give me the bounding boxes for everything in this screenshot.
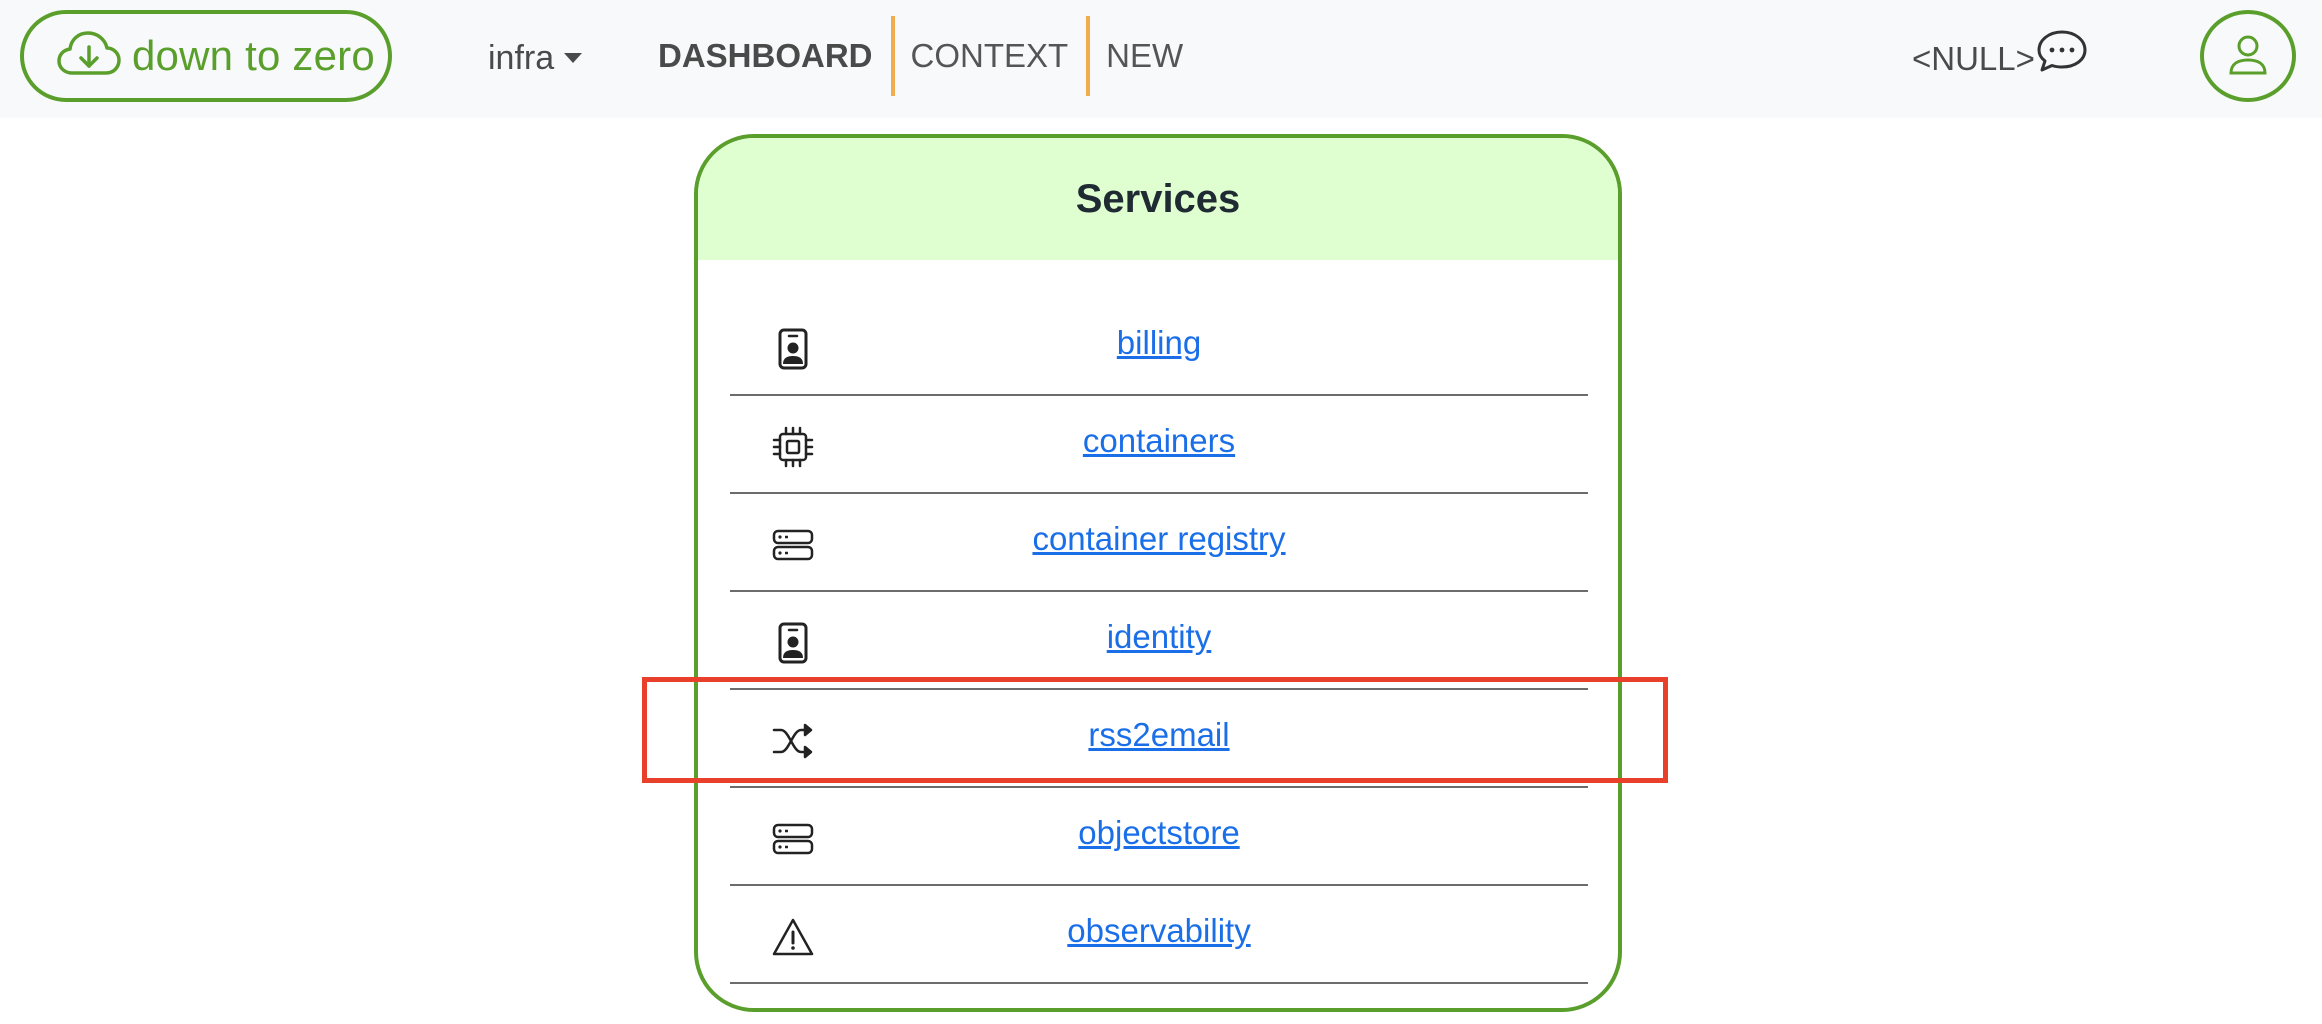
chat-dots-icon[interactable] <box>2036 28 2088 74</box>
brand-home-button[interactable]: down to zero <box>20 10 392 102</box>
service-link-rss2email[interactable]: rss2email <box>730 716 1588 754</box>
brand-label: down to zero <box>132 32 375 79</box>
service-row-containers: containers <box>730 396 1588 494</box>
context-dropdown[interactable]: infra <box>488 34 583 82</box>
service-row-identity: identity <box>730 592 1588 690</box>
service-link-containers[interactable]: containers <box>730 422 1588 460</box>
service-row-objectstore: objectstore <box>730 788 1588 886</box>
null-label: <NULL> <box>1912 40 2035 77</box>
service-link-container-registry[interactable]: container registry <box>730 520 1588 558</box>
nav-link-context[interactable]: CONTEXT <box>911 16 1087 96</box>
service-link-billing[interactable]: billing <box>730 324 1588 362</box>
cloud-download-icon <box>56 29 122 84</box>
service-row-rss2email: rss2email <box>730 690 1588 788</box>
nav-separator <box>1086 16 1091 96</box>
dropdown-label: infra <box>488 38 555 77</box>
service-link-observability[interactable]: observability <box>730 912 1588 950</box>
nav-separator <box>890 16 895 96</box>
service-link-objectstore[interactable]: objectstore <box>730 814 1588 852</box>
person-icon <box>2226 32 2270 81</box>
service-link-identity[interactable]: identity <box>730 618 1588 656</box>
services-card: Services billing containers container re… <box>694 134 1622 1012</box>
nav-link-new[interactable]: NEW <box>1106 16 1201 96</box>
chevron-down-icon <box>564 53 583 63</box>
service-row-observability: observability <box>730 886 1588 984</box>
top-navbar: down to zero infra DASHBOARD CONTEXT NEW… <box>0 0 2322 118</box>
services-list: billing containers container registry id… <box>730 298 1588 984</box>
nav-links: DASHBOARD CONTEXT NEW <box>658 16 1201 96</box>
nav-link-dashboard[interactable]: DASHBOARD <box>658 16 891 96</box>
services-card-header: Services <box>698 138 1618 260</box>
service-row-billing: billing <box>730 298 1588 396</box>
service-row-container-registry: container registry <box>730 494 1588 592</box>
services-title: Services <box>1075 176 1241 221</box>
user-menu-button[interactable] <box>2200 10 2296 102</box>
